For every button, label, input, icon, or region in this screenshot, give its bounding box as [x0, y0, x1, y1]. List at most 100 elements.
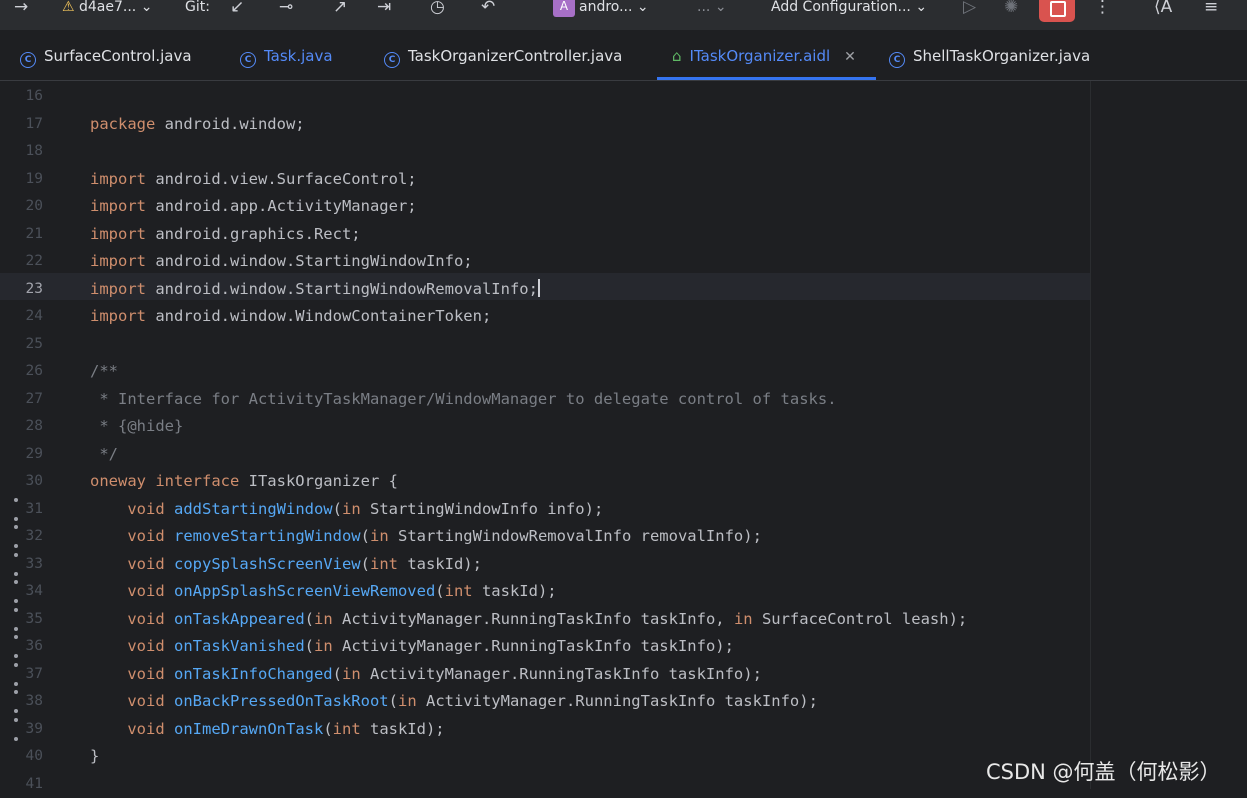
- implementation-marker-icon[interactable]: [14, 736, 18, 741]
- line-code: void onBackPressedOnTaskRoot(in Activity…: [90, 687, 818, 715]
- code-line[interactable]: 29 */: [0, 440, 1090, 468]
- implementation-marker-icon[interactable]: [14, 525, 18, 529]
- code-line[interactable]: 33 void copySplashScreenView(int taskId)…: [0, 550, 1090, 578]
- implementation-marker-icon[interactable]: [14, 681, 18, 686]
- more-selector[interactable]: ... ⌄: [697, 0, 727, 19]
- settings-sync-icon[interactable]: ≡: [1204, 0, 1218, 19]
- code-line[interactable]: 23 import android.window.StartingWindowRe…: [0, 275, 1090, 303]
- tab-task[interactable]: C Task.java: [240, 30, 333, 80]
- close-icon[interactable]: ✕: [844, 49, 856, 65]
- more-label: ...: [697, 0, 711, 15]
- code-line[interactable]: 26 /**: [0, 357, 1090, 385]
- implementation-marker-icon[interactable]: [14, 580, 18, 584]
- class-icon: C: [20, 52, 36, 68]
- history-icon[interactable]: ◷: [430, 0, 445, 19]
- implementation-marker-icon[interactable]: [14, 717, 18, 722]
- implementation-marker-icon[interactable]: [14, 599, 18, 603]
- class-icon: C: [384, 52, 400, 68]
- code-line[interactable]: 16: [0, 82, 1090, 110]
- tab-label: SurfaceControl.java: [44, 47, 192, 65]
- implementation-marker-icon[interactable]: [14, 662, 18, 667]
- code-line[interactable]: 20 import android.app.ActivityManager;: [0, 192, 1090, 220]
- implementation-marker-icon[interactable]: [14, 709, 18, 713]
- line-number: 40: [25, 748, 43, 764]
- run-config-selector[interactable]: Add Configuration... ⌄: [771, 0, 927, 19]
- implementation-marker-icon[interactable]: [14, 497, 18, 502]
- project-selector[interactable]: Aandro... ⌄: [553, 0, 649, 19]
- line-number: 41: [25, 775, 43, 792]
- line-code: }: [90, 742, 99, 770]
- project-label: andro...: [579, 0, 633, 15]
- update-project-icon[interactable]: ↙: [230, 0, 244, 19]
- push-icon[interactable]: ↗: [333, 0, 347, 19]
- tab-label: ITaskOrganizer.aidl: [689, 47, 831, 65]
- code-token: import: [90, 169, 146, 188]
- tab-shelltaskorganizer[interactable]: C ShellTaskOrganizer.java: [889, 30, 1090, 80]
- code-line[interactable]: 24 import android.window.WindowContainerT…: [0, 302, 1090, 330]
- code-line[interactable]: 38 void onBackPressedOnTaskRoot(in Activ…: [0, 687, 1090, 715]
- code-token: onTaskVanished: [174, 637, 305, 655]
- line-code: import android.app.ActivityManager;: [90, 192, 417, 220]
- stop-button[interactable]: [1039, 0, 1075, 22]
- implementation-marker-icon[interactable]: [14, 654, 18, 658]
- pull-icon[interactable]: ⇥: [377, 0, 391, 19]
- tab-label: Task.java: [264, 47, 333, 65]
- code-line[interactable]: 18: [0, 137, 1090, 165]
- implementation-marker-icon[interactable]: [14, 607, 18, 612]
- code-line[interactable]: 22 import android.window.StartingWindowIn…: [0, 247, 1090, 275]
- rollback-icon[interactable]: ↶: [481, 0, 495, 19]
- code-token: package: [90, 114, 156, 133]
- code-token: taskId);: [407, 554, 482, 573]
- code-line[interactable]: 25: [0, 330, 1090, 358]
- code-token: * Interface for ActivityTaskManager/Wind…: [90, 389, 837, 408]
- code-line[interactable]: 37 void onTaskInfoChanged(in ActivityMan…: [0, 660, 1090, 688]
- back-arrow-icon[interactable]: →: [14, 0, 28, 19]
- implementation-marker-icon[interactable]: [14, 690, 18, 694]
- run-icon[interactable]: ▷: [963, 0, 976, 19]
- implementation-marker-icon[interactable]: [14, 544, 18, 548]
- tab-itaskorganizer[interactable]: ⌂ ITaskOrganizer.aidl ✕: [657, 30, 876, 80]
- code-line[interactable]: 34 void onAppSplashScreenViewRemoved(int…: [0, 577, 1090, 605]
- branch-selector[interactable]: ⚠ d4ae7... ⌄: [62, 0, 152, 19]
- implementation-marker-icon[interactable]: [14, 552, 18, 557]
- more-vertical-icon[interactable]: ⋮: [1094, 0, 1111, 19]
- code-line[interactable]: 30 oneway interface ITaskOrganizer {: [0, 467, 1090, 495]
- code-line[interactable]: 41: [0, 770, 1090, 798]
- code-line[interactable]: 40}: [0, 742, 1090, 770]
- code-line[interactable]: 21 import android.graphics.Rect;: [0, 220, 1090, 248]
- code-token: android.view.SurfaceControl;: [146, 169, 417, 188]
- line-number: 30: [25, 473, 43, 489]
- code-token: void: [127, 664, 174, 683]
- code-line[interactable]: 39 void onImeDrawnOnTask(int taskId);: [0, 715, 1090, 743]
- code-line[interactable]: 17 package android.window;: [0, 110, 1090, 138]
- implementation-marker-icon[interactable]: [14, 626, 18, 631]
- tab-surfacecontrol[interactable]: C SurfaceControl.java: [20, 30, 192, 80]
- code-token: }: [90, 747, 100, 765]
- implementation-marker-icon[interactable]: [14, 635, 18, 639]
- code-token: */: [90, 444, 118, 463]
- debug-icon[interactable]: ✺: [1004, 0, 1018, 19]
- line-number: 29: [25, 445, 43, 462]
- code-line[interactable]: 31 void addStartingWindow(in StartingWin…: [0, 495, 1090, 523]
- code-token: ITaskOrganizer {: [239, 472, 398, 490]
- implementation-marker-icon[interactable]: [14, 516, 18, 521]
- code-token: (: [304, 609, 314, 628]
- watermark: CSDN @何盖（何松影）: [986, 760, 1221, 784]
- tab-taskorganizercontroller[interactable]: C TaskOrganizerController.java: [384, 30, 622, 80]
- code-token: onTaskAppeared: [174, 609, 305, 628]
- code-line[interactable]: 19 import android.view.SurfaceControl;: [0, 165, 1090, 193]
- code-line[interactable]: 28 * {@hide}: [0, 412, 1090, 440]
- code-line[interactable]: 36 void onTaskVanished(in ActivityManage…: [0, 632, 1090, 660]
- code-token: oneway interface: [90, 472, 240, 490]
- code-editor[interactable]: 16 17 package android.window; 18 19 import an…: [0, 81, 1247, 792]
- translate-icon[interactable]: ⟨A: [1154, 0, 1172, 19]
- code-token: android.window;: [155, 114, 305, 133]
- chevron-down-icon: ⌄: [915, 0, 928, 15]
- code-line[interactable]: 27 * Interface for ActivityTaskManager/W…: [0, 385, 1090, 413]
- code-line[interactable]: 32 void removeStartingWindow(in Starting…: [0, 522, 1090, 550]
- code-line[interactable]: 35 void onTaskAppeared(in ActivityManage…: [0, 605, 1090, 633]
- chevron-down-icon: ⌄: [714, 0, 727, 15]
- implementation-marker-icon[interactable]: [14, 571, 18, 576]
- commit-icon[interactable]: ⊸: [279, 0, 293, 19]
